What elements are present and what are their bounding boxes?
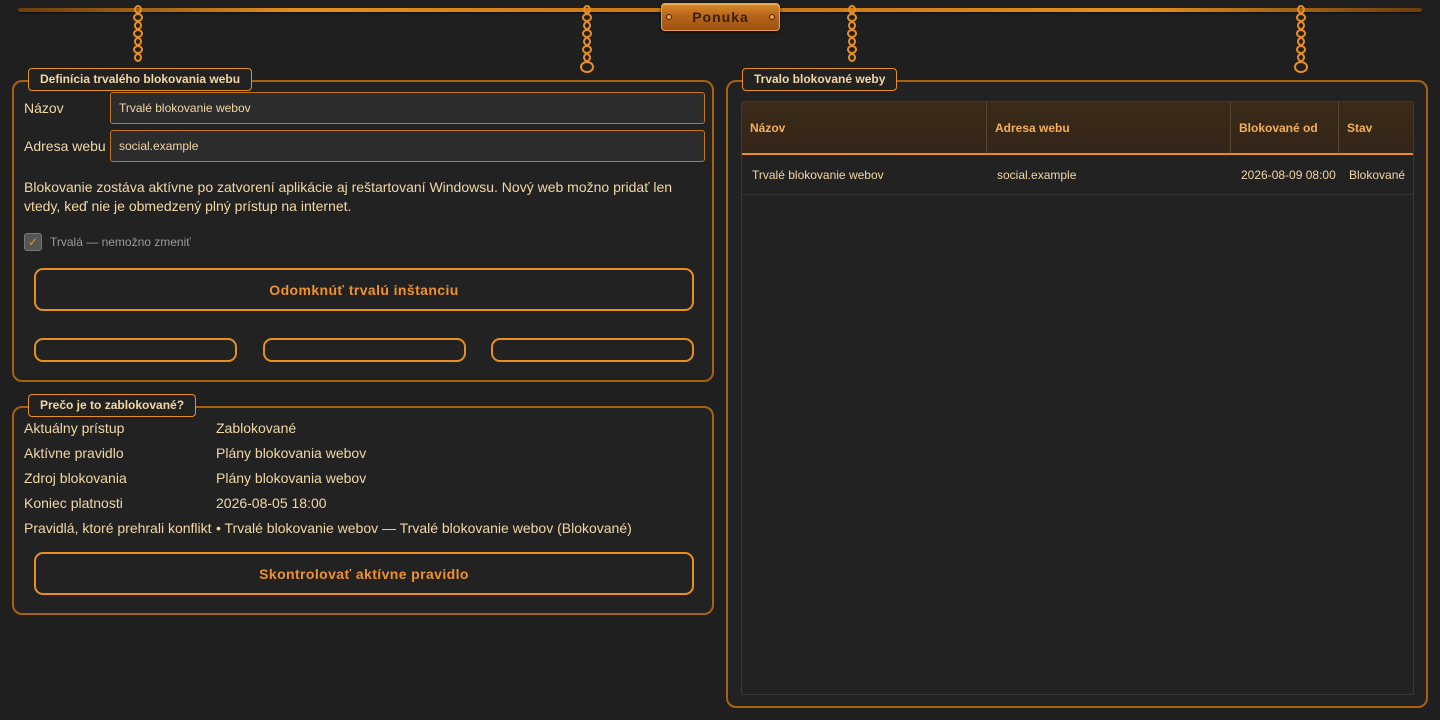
kv-value: Zablokované xyxy=(216,420,297,436)
checkmark-icon: ✓ xyxy=(27,235,39,249)
column-header-blocked-since[interactable]: Blokované od xyxy=(1231,102,1339,153)
name-input[interactable] xyxy=(110,92,705,124)
kv-row: Zdroj blokovania Plány blokovania webov xyxy=(24,466,704,490)
chain-decoration xyxy=(845,5,859,62)
chain-decoration xyxy=(1294,5,1308,73)
cell-blocked-since: 2026-08-09 08:00 xyxy=(1241,167,1336,182)
kv-value: • Trvalé blokovanie webov — Trvalé bloko… xyxy=(216,520,632,536)
definition-panel: Definícia trvalého blokovania webu Názov… xyxy=(12,68,714,382)
chain-decoration xyxy=(580,5,594,73)
cell-address: social.example xyxy=(997,167,1077,182)
table-header: Názov Adresa webu Blokované od Stav xyxy=(742,102,1413,155)
column-header-name[interactable]: Názov xyxy=(742,102,987,153)
kv-value: Plány blokovania webov xyxy=(216,470,367,486)
check-active-rule-button[interactable]: Skontrolovať aktívne pravidlo xyxy=(34,552,694,595)
address-label: Adresa webu xyxy=(24,138,106,154)
action-button-2[interactable] xyxy=(263,338,466,362)
column-header-address[interactable]: Adresa webu xyxy=(987,102,1231,153)
kv-row: Koniec platnosti 2026-08-05 18:00 xyxy=(24,491,704,515)
address-field-row: Adresa webu xyxy=(24,130,705,162)
cell-name: Trvalé blokovanie webov xyxy=(752,167,884,182)
permanent-checkbox-row: ✓ Trvalá — nemožno zmeniť xyxy=(24,233,191,251)
rivet-icon xyxy=(666,14,672,20)
definition-panel-title: Definícia trvalého blokovania webu xyxy=(28,68,253,91)
unlock-permanent-button[interactable]: Odomknúť trvalú inštanciu xyxy=(34,268,694,311)
menu-button[interactable]: Ponuka xyxy=(661,3,780,31)
permanent-sites-panel: Trvalo blokované weby Názov Adresa webu … xyxy=(726,68,1428,708)
permanent-checkbox[interactable]: ✓ xyxy=(24,233,42,251)
persistence-info-text: Blokovanie zostáva aktívne po zatvorení … xyxy=(24,179,673,214)
action-button-1[interactable] xyxy=(34,338,237,362)
menu-label: Ponuka xyxy=(692,9,749,25)
kv-value: Plány blokovania webov xyxy=(216,445,367,461)
table-row[interactable]: Trvalé blokovanie webov social.example 2… xyxy=(742,155,1413,195)
kv-key: Koniec platnosti xyxy=(24,495,123,511)
column-header-status[interactable]: Stav xyxy=(1339,102,1413,153)
name-field-row: Názov xyxy=(24,92,705,124)
address-input[interactable] xyxy=(110,130,705,162)
kv-row: Pravidlá, ktoré prehrali konflikt • Trva… xyxy=(24,516,704,540)
chain-decoration xyxy=(131,5,145,62)
action-button-3[interactable] xyxy=(491,338,694,362)
kv-value: 2026-08-05 18:00 xyxy=(216,495,327,511)
permanent-sites-panel-title: Trvalo blokované weby xyxy=(742,68,898,91)
name-label: Názov xyxy=(24,100,64,116)
permanent-checkbox-label: Trvalá — nemožno zmeniť xyxy=(50,235,191,249)
why-blocked-panel: Prečo je to zablokované? Aktuálny prístu… xyxy=(12,394,714,615)
rivet-icon xyxy=(769,14,775,20)
kv-key: Aktuálny prístup xyxy=(24,420,125,436)
cell-status: Blokované xyxy=(1349,167,1406,182)
permanent-sites-table: Názov Adresa webu Blokované od Stav Trva… xyxy=(741,101,1414,695)
kv-key: Pravidlá, ktoré prehrali konflikt xyxy=(24,520,212,536)
kv-row: Aktuálny prístup Zablokované xyxy=(24,416,704,440)
why-blocked-panel-title: Prečo je to zablokované? xyxy=(28,394,197,417)
kv-key: Aktívne pravidlo xyxy=(24,445,124,461)
kv-row: Aktívne pravidlo Plány blokovania webov xyxy=(24,441,704,465)
kv-key: Zdroj blokovania xyxy=(24,470,127,486)
